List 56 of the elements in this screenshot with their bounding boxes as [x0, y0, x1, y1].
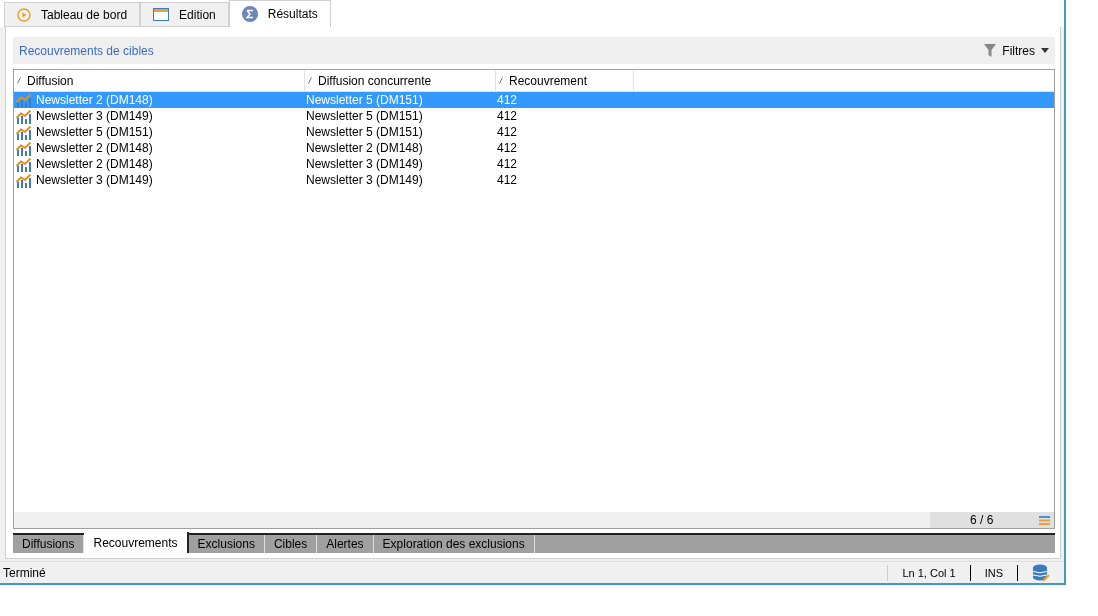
- sort-icon: [308, 77, 312, 84]
- table-cell: Newsletter 3 (DM149): [36, 173, 153, 187]
- table-row[interactable]: Newsletter 2 (DM148) Newsletter 3 (DM149) 412: [14, 156, 1054, 172]
- table-row[interactable]: Newsletter 3 (DM149) Newsletter 3 (DM149) 412: [14, 172, 1054, 188]
- table-cell: Newsletter 5 (DM151): [306, 125, 423, 139]
- insert-mode: INS: [969, 564, 1017, 581]
- tab[interactable]: Tableau de bord: [4, 2, 141, 27]
- column-header[interactable]: Recouvrement: [496, 70, 634, 91]
- table-cell: 412: [497, 93, 518, 107]
- status-message: Terminé: [2, 565, 47, 580]
- column-header[interactable]: Diffusion concurrente: [305, 70, 496, 91]
- window-icon: [153, 8, 170, 21]
- cursor-position: Ln 1, Col 1: [887, 564, 970, 581]
- table-row[interactable]: Newsletter 5 (DM151) Newsletter 5 (DM151) 412: [14, 124, 1054, 140]
- table-cell: Newsletter 5 (DM151): [36, 125, 153, 139]
- table-cell: Newsletter 3 (DM149): [306, 173, 423, 187]
- filter-button[interactable]: Filtres: [984, 43, 1049, 58]
- table-cell: 412: [497, 173, 518, 187]
- sort-icon: [17, 77, 21, 84]
- bottom-tab[interactable]: Alertes: [317, 535, 374, 553]
- menu-icon[interactable]: [1039, 515, 1050, 525]
- bottom-tab[interactable]: Cibles: [264, 535, 318, 553]
- chart-icon: [16, 156, 32, 172]
- table-cell: 412: [497, 141, 518, 155]
- table-cell: 412: [497, 109, 518, 123]
- chart-icon: [16, 172, 32, 188]
- table-cell: 412: [497, 157, 518, 171]
- tab[interactable]: Edition: [140, 2, 229, 27]
- table-cell: Newsletter 5 (DM151): [306, 93, 423, 107]
- funnel-icon: [984, 44, 997, 57]
- tab[interactable]: Résultats: [228, 0, 331, 27]
- bottom-tab[interactable]: Recouvrements: [84, 532, 189, 553]
- table-cell: Newsletter 2 (DM148): [36, 141, 153, 155]
- table-row[interactable]: Newsletter 2 (DM148) Newsletter 2 (DM148) 412: [14, 140, 1054, 156]
- table-cell: 412: [497, 125, 518, 139]
- chart-icon: [16, 140, 32, 156]
- chart-icon: [16, 108, 32, 124]
- record-count: 6 / 6: [930, 512, 1054, 528]
- database-icon: [1032, 563, 1050, 582]
- bottom-tab[interactable]: Exclusions: [188, 535, 265, 553]
- panel-title: Recouvrements de cibles: [19, 43, 154, 58]
- table-cell: Newsletter 5 (DM151): [306, 109, 423, 123]
- sort-icon: [499, 77, 503, 84]
- sigma-icon: [241, 6, 258, 22]
- column-header[interactable]: Diffusion: [14, 70, 305, 91]
- table-row[interactable]: Newsletter 3 (DM149) Newsletter 5 (DM151) 412: [14, 108, 1054, 124]
- table-cell: Newsletter 2 (DM148): [36, 93, 153, 107]
- table-cell: Newsletter 2 (DM148): [36, 157, 153, 171]
- bottom-tab[interactable]: Exploration des exclusions: [373, 535, 535, 553]
- table-cell: Newsletter 3 (DM149): [36, 109, 153, 123]
- table-cell: Newsletter 3 (DM149): [306, 157, 423, 171]
- chart-icon: [16, 124, 32, 140]
- play-icon: [17, 7, 31, 22]
- table-cell: Newsletter 2 (DM148): [306, 141, 423, 155]
- caret-icon: [1041, 48, 1049, 53]
- chart-icon: [16, 92, 32, 108]
